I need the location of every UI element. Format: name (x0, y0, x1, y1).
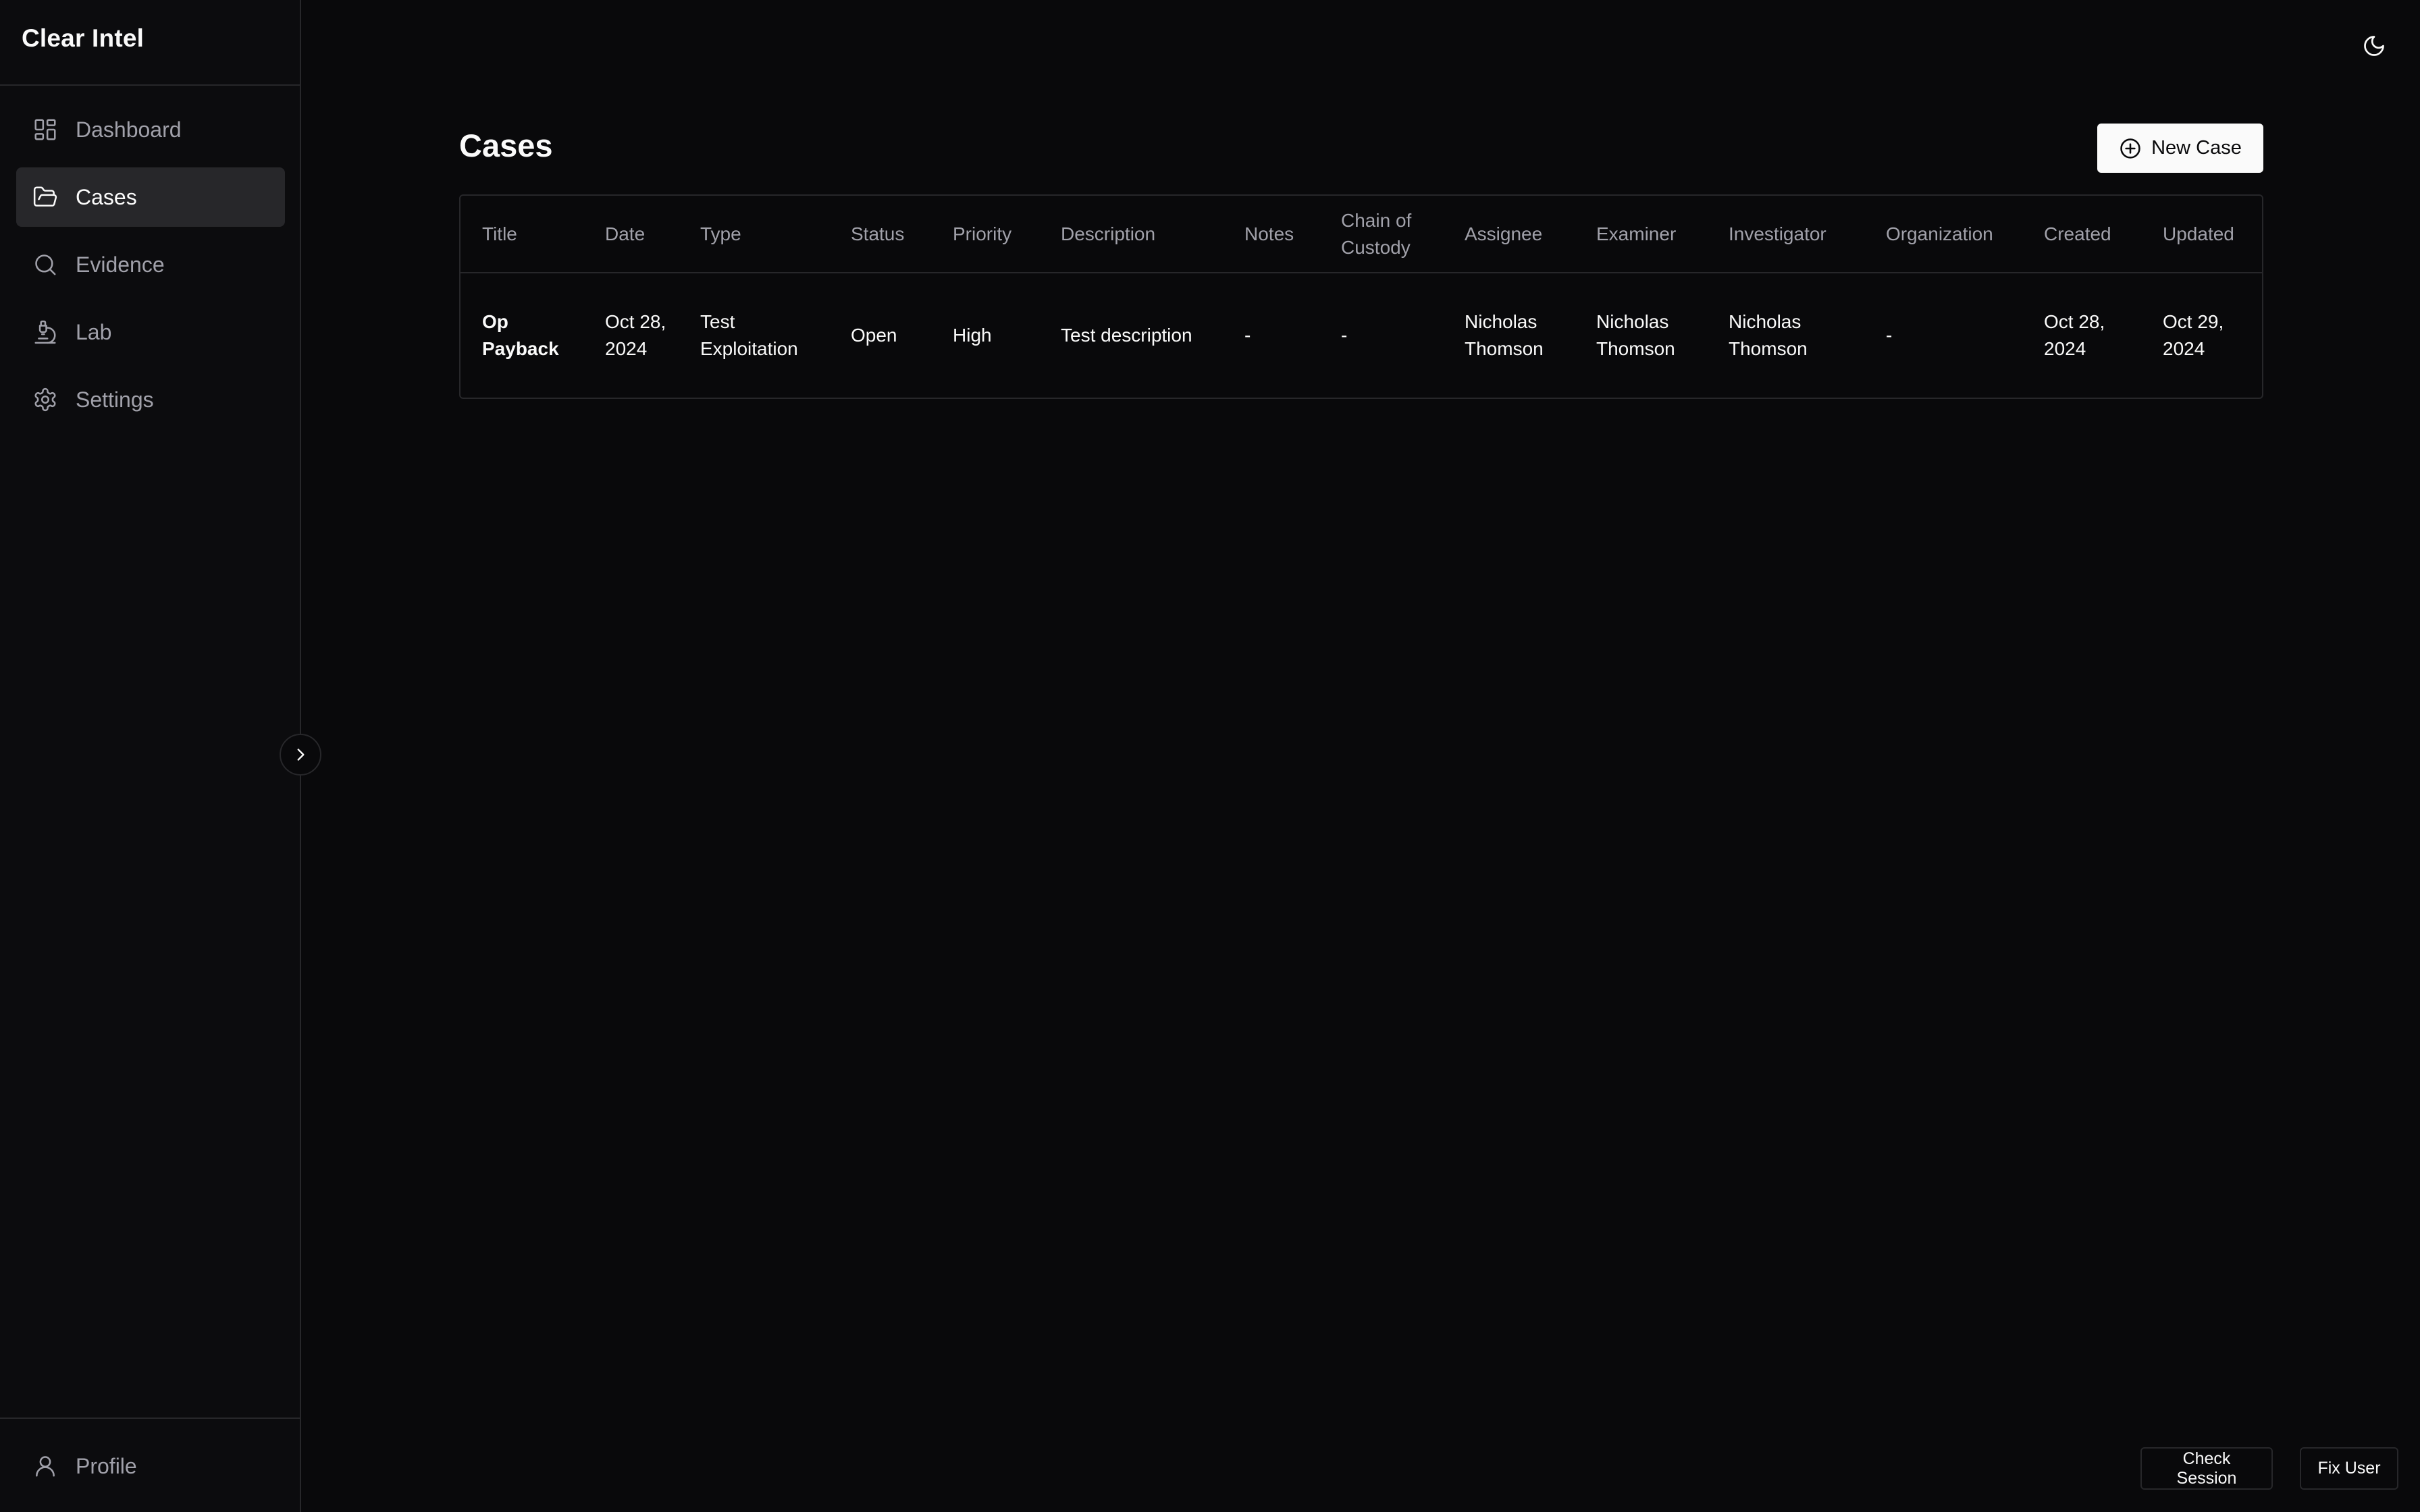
new-case-label: New Case (2151, 137, 2242, 159)
column-header-date[interactable]: Date (583, 196, 679, 273)
column-header-type[interactable]: Type (679, 196, 829, 273)
sidebar-collapse-button[interactable] (280, 734, 321, 776)
profile-section: Profile (16, 1436, 285, 1504)
fix-user-button[interactable]: Fix User (2300, 1447, 2398, 1490)
cell-status: Open (829, 273, 931, 398)
column-header-status[interactable]: Status (829, 196, 931, 273)
new-case-button[interactable]: New Case (2097, 124, 2263, 173)
column-header-assignee[interactable]: Assignee (1443, 196, 1575, 273)
column-header-description[interactable]: Description (1039, 196, 1223, 273)
sidebar-nav: Dashboard Cases Evidence Lab Settings (16, 100, 285, 437)
column-header-examiner[interactable]: Examiner (1575, 196, 1707, 273)
app-root: Clear Intel Dashboard Cases Evidence Lab… (0, 0, 2420, 1512)
theme-toggle-button[interactable] (2358, 30, 2390, 62)
sidebar-item-cases[interactable]: Cases (16, 167, 285, 227)
cell-type: Test Exploitation (679, 273, 829, 398)
sidebar-item-label: Profile (76, 1453, 137, 1478)
column-header-notes[interactable]: Notes (1223, 196, 1319, 273)
table-header-row: Title Date Type Status Priority Descript… (461, 196, 2262, 273)
sidebar-item-dashboard[interactable]: Dashboard (16, 100, 285, 159)
chevron-right-icon (292, 746, 309, 763)
check-session-button[interactable]: Check Session (2140, 1447, 2273, 1490)
cell-investigator: Nicholas Thomson (1707, 273, 1864, 398)
cell-title[interactable]: Op Payback (461, 273, 583, 398)
sidebar-item-evidence[interactable]: Evidence (16, 235, 285, 294)
cell-chain-of-custody: - (1319, 273, 1443, 398)
sidebar-item-label: Lab (76, 319, 112, 344)
dashboard-icon (32, 117, 58, 142)
column-header-title[interactable]: Title (461, 196, 583, 273)
column-header-priority[interactable]: Priority (931, 196, 1039, 273)
folder-open-icon (32, 184, 58, 210)
column-header-investigator[interactable]: Investigator (1707, 196, 1864, 273)
search-icon (32, 252, 58, 277)
table-row[interactable]: Op Payback Oct 28, 2024 Test Exploitatio… (461, 273, 2262, 398)
cell-created: Oct 28, 2024 (2022, 273, 2141, 398)
cell-priority: High (931, 273, 1039, 398)
plus-circle-icon (2119, 137, 2142, 160)
column-header-organization[interactable]: Organization (1864, 196, 2022, 273)
sidebar-item-profile[interactable]: Profile (16, 1436, 285, 1496)
sidebar-item-label: Settings (76, 387, 154, 412)
cell-organization: - (1864, 273, 2022, 398)
moon-icon (2362, 34, 2386, 58)
sidebar-divider-bottom (0, 1418, 300, 1419)
cases-table: Title Date Type Status Priority Descript… (459, 194, 2263, 399)
sidebar-item-lab[interactable]: Lab (16, 302, 285, 362)
cell-notes: - (1223, 273, 1319, 398)
page-title: Cases (459, 128, 553, 163)
sidebar-item-label: Dashboard (76, 117, 182, 142)
column-header-created[interactable]: Created (2022, 196, 2141, 273)
gear-icon (32, 387, 58, 412)
sidebar-item-label: Evidence (76, 252, 165, 277)
cell-assignee: Nicholas Thomson (1443, 273, 1575, 398)
cell-updated: Oct 29, 2024 (2141, 273, 2262, 398)
cell-examiner: Nicholas Thomson (1575, 273, 1707, 398)
sidebar-divider-top (0, 84, 300, 86)
microscope-icon (32, 319, 58, 345)
user-icon (32, 1453, 58, 1479)
sidebar-item-settings[interactable]: Settings (16, 370, 285, 429)
column-header-chain-of-custody[interactable]: Chain of Custody (1319, 196, 1443, 273)
app-title: Clear Intel (22, 24, 144, 52)
cell-date: Oct 28, 2024 (583, 273, 679, 398)
sidebar: Clear Intel Dashboard Cases Evidence Lab… (0, 0, 301, 1512)
column-header-updated[interactable]: Updated (2141, 196, 2262, 273)
sidebar-item-label: Cases (76, 184, 137, 209)
cell-description: Test description (1039, 273, 1223, 398)
